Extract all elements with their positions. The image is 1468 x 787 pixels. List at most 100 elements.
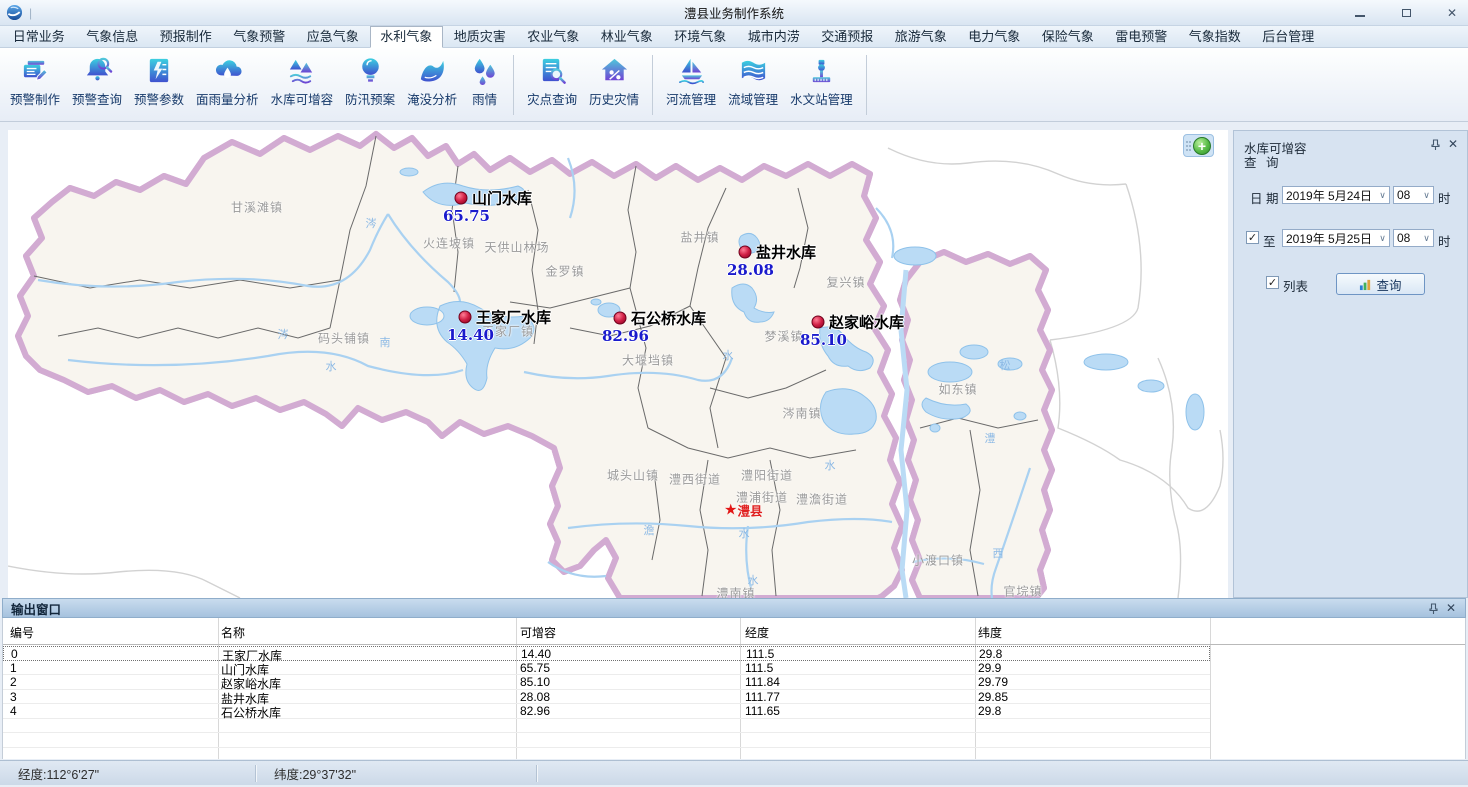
town-label: 澧阳街道 xyxy=(741,467,793,484)
pin-icon[interactable] xyxy=(1430,139,1441,151)
map-canvas[interactable]: 甘溪滩镇火连坡镇天供山林场金罗镇盐井镇复兴镇码头铺镇王家厂镇梦溪镇大堰垱镇如东镇… xyxy=(8,130,1228,598)
panel-close-icon[interactable]: ✕ xyxy=(1446,601,1456,615)
table-cell: 111.5 xyxy=(745,661,773,675)
town-label: 小渡口镇 xyxy=(912,552,964,569)
list-label: 列表 xyxy=(1283,276,1308,295)
query-button[interactable]: 查询 xyxy=(1336,273,1425,295)
maximize-button[interactable] xyxy=(1398,5,1414,21)
menu-item-4[interactable]: 气象预警 xyxy=(223,26,297,47)
table-cell: 82.96 xyxy=(520,704,550,718)
toolbar-group-2: 灾点查询历史灾情 xyxy=(521,53,645,109)
toolbar-button-disaster-query[interactable]: 灾点查询 xyxy=(521,53,583,109)
river-label: 水 xyxy=(825,457,836,473)
close-button[interactable]: ✕ xyxy=(1444,5,1460,21)
menu-item-10[interactable]: 环境气象 xyxy=(664,26,738,47)
reservoir-marker[interactable] xyxy=(739,246,752,259)
table-row[interactable]: 0王家厂水库14.40111.529.8 xyxy=(3,646,1210,661)
menu-item-18[interactable]: 后台管理 xyxy=(1252,26,1326,47)
table-row[interactable]: 3盐井水库28.08111.7729.85 xyxy=(3,690,1210,705)
reservoir-marker[interactable] xyxy=(812,316,825,329)
river-label: 澹 xyxy=(644,522,655,538)
county-map xyxy=(8,130,1228,598)
output-panel: 输出窗口 ✕ 编号名称可增容经度纬度0王家厂水库14.40111.529.81山… xyxy=(2,598,1466,759)
hour-from-combo[interactable]: 08∨ xyxy=(1393,186,1434,204)
menu-item-17[interactable]: 气象指数 xyxy=(1178,26,1252,47)
column-header[interactable]: 名称 xyxy=(221,624,245,641)
menu-item-12[interactable]: 交通预报 xyxy=(811,26,885,47)
reservoir-value-label: 28.08 xyxy=(727,261,774,279)
toolbar-button-river-mgmt[interactable]: 河流管理 xyxy=(660,53,722,109)
menu-item-13[interactable]: 旅游气象 xyxy=(884,26,958,47)
toolbar-button-label: 水文站管理 xyxy=(790,89,853,108)
column-header[interactable]: 可增容 xyxy=(520,624,556,641)
menu-item-6[interactable]: 水利气象 xyxy=(370,26,444,48)
menu-item-1[interactable]: 日常业务 xyxy=(2,26,76,47)
menu-item-14[interactable]: 电力气象 xyxy=(958,26,1032,47)
column-header[interactable]: 编号 xyxy=(10,624,34,641)
toolbar-button-area-rain[interactable]: 面雨量分析 xyxy=(190,53,265,109)
menu-bar: 日常业务气象信息预报制作气象预警应急气象水利气象地质灾害农业气象林业气象环境气象… xyxy=(0,26,1468,48)
table-cell: 65.75 xyxy=(520,661,550,675)
table-cell: 14.40 xyxy=(521,647,551,661)
date-from-combo[interactable]: 2019年 5月24日∨ xyxy=(1282,186,1390,204)
list-checkbox[interactable]: ✓ xyxy=(1266,276,1279,289)
menu-item-9[interactable]: 林业气象 xyxy=(590,26,664,47)
table-row[interactable]: 4石公桥水库82.96111.6529.8 xyxy=(3,704,1210,719)
disaster-history-icon xyxy=(599,54,630,87)
table-row[interactable]: 1山门水库65.75111.529.9 xyxy=(3,661,1210,676)
menu-item-16[interactable]: 雷电预警 xyxy=(1105,26,1179,47)
panel-close-icon[interactable]: ✕ xyxy=(1448,137,1458,151)
date-label: 日 期 xyxy=(1250,188,1278,207)
toolbar-button-inundation[interactable]: 淹没分析 xyxy=(401,53,463,109)
minimize-button[interactable] xyxy=(1352,5,1368,21)
to-checkbox[interactable]: ✓ xyxy=(1246,231,1259,244)
disaster-query-icon xyxy=(537,54,568,87)
menu-item-15[interactable]: 保险气象 xyxy=(1031,26,1105,47)
table-row[interactable] xyxy=(3,719,1210,734)
toolbar-button-warning-query[interactable]: 预警查询 xyxy=(66,53,128,109)
toolbar-button-basin-mgmt[interactable]: 流域管理 xyxy=(722,53,784,109)
hydro-station-icon xyxy=(806,54,837,87)
river-label: 水 xyxy=(723,347,734,363)
hour-to-combo[interactable]: 08∨ xyxy=(1393,229,1434,247)
menu-item-2[interactable]: 气象信息 xyxy=(76,26,150,47)
table-cell: 111.77 xyxy=(745,690,780,704)
reservoir-value-label: 82.96 xyxy=(602,327,649,345)
river-label: 松 xyxy=(1000,357,1011,373)
toolbar-button-reservoir-capacity[interactable]: 水库可增容 xyxy=(265,53,340,109)
date-to-combo[interactable]: 2019年 5月25日∨ xyxy=(1282,229,1390,247)
toolbar-button-label: 灾点查询 xyxy=(527,89,577,108)
toolbar-button-label: 流域管理 xyxy=(728,89,778,108)
reservoir-marker[interactable] xyxy=(459,311,472,324)
column-header[interactable]: 经度 xyxy=(745,624,769,641)
table-row[interactable] xyxy=(3,733,1210,748)
toolbar-separator xyxy=(652,55,653,115)
menu-item-7[interactable]: 地质灾害 xyxy=(443,26,517,47)
toolbar-button-flood-plan[interactable]: 防汛预案 xyxy=(339,53,401,109)
pin-icon[interactable] xyxy=(1428,603,1439,615)
table-row[interactable]: 2赵家峪水库85.10111.8429.79 xyxy=(3,675,1210,690)
toolbar-group-1: 预警制作预警查询预警参数面雨量分析水库可增容防汛预案淹没分析雨情 xyxy=(4,53,506,109)
rain-info-icon xyxy=(469,54,500,87)
menu-item-3[interactable]: 预报制作 xyxy=(149,26,223,47)
drag-grip-icon xyxy=(1186,140,1192,152)
status-latitude: 纬度:29°37'32" xyxy=(256,764,536,783)
reservoir-name-label: 王家厂水库 xyxy=(476,307,551,328)
town-label: 盐井镇 xyxy=(680,229,719,246)
column-header[interactable]: 纬度 xyxy=(978,624,1002,641)
reservoir-marker[interactable] xyxy=(455,192,468,205)
toolbar-button-warning-params[interactable]: 预警参数 xyxy=(128,53,190,109)
toolbar-button-warning-make[interactable]: 预警制作 xyxy=(4,53,66,109)
menu-item-5[interactable]: 应急气象 xyxy=(296,26,370,47)
zoom-in-button[interactable]: + xyxy=(1193,137,1211,155)
reservoir-capacity-icon xyxy=(286,54,317,87)
toolbar-separator xyxy=(513,55,514,115)
toolbar-button-hydro-station[interactable]: 水文站管理 xyxy=(784,53,859,109)
toolbar-button-disaster-history[interactable]: 历史灾情 xyxy=(583,53,645,109)
reservoir-marker[interactable] xyxy=(614,312,627,325)
table-cell: 28.08 xyxy=(520,690,550,704)
river-mgmt-icon xyxy=(676,54,707,87)
menu-item-8[interactable]: 农业气象 xyxy=(517,26,591,47)
menu-item-11[interactable]: 城市内涝 xyxy=(737,26,811,47)
toolbar-button-rain-info[interactable]: 雨情 xyxy=(463,53,506,109)
